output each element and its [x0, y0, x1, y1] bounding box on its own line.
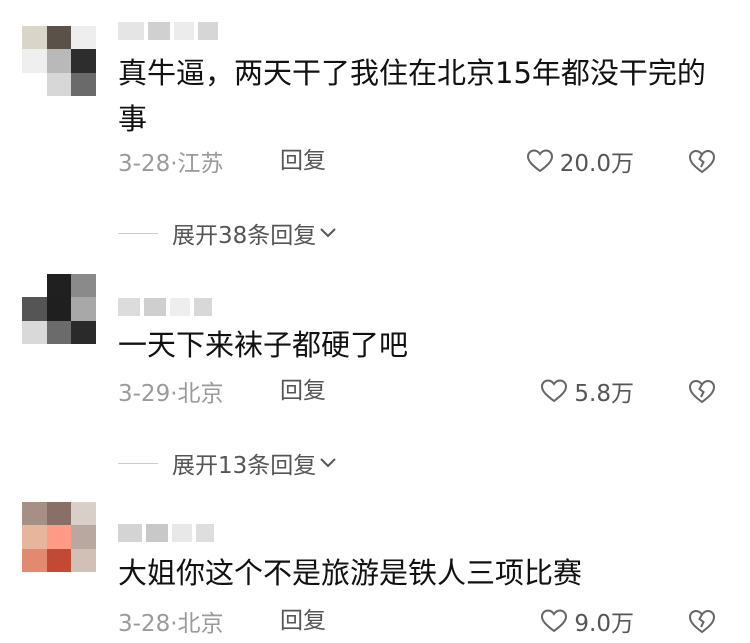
avatar-pixel	[71, 548, 96, 572]
comment-text: 一天下来袜子都硬了吧	[118, 328, 409, 362]
broken-heart-icon[interactable]	[688, 608, 716, 636]
avatar[interactable]	[22, 502, 96, 572]
date-location-text: 3-28·北京	[118, 611, 224, 637]
avatar-pixel	[71, 49, 96, 73]
avatar-pixel	[22, 49, 47, 73]
avatar-pixel	[71, 297, 96, 321]
like-button[interactable]: 20.0万	[526, 146, 634, 177]
avatar-pixel	[46, 525, 72, 549]
comment-text: 真牛逼，两天干了我住在北京15年都没干完的事	[118, 56, 706, 136]
reply-button[interactable]: 回复	[280, 606, 326, 636]
avatar-pixel	[22, 297, 47, 321]
avatar-pixel	[22, 548, 47, 572]
heart-outline-icon	[541, 379, 568, 403]
avatar-pixel	[71, 72, 96, 96]
avatar-pixel	[46, 72, 72, 96]
username-blurred[interactable]	[118, 298, 212, 316]
broken-heart-icon[interactable]	[688, 378, 716, 406]
avatar-pixel	[46, 274, 72, 298]
expand-replies-button[interactable]: 展开13条回复	[118, 448, 338, 479]
comment-date-location: 3-29·北京	[118, 376, 224, 407]
avatar[interactable]	[22, 274, 96, 344]
avatar-pixel	[22, 274, 47, 298]
avatar[interactable]	[22, 26, 96, 96]
date-location-text: 3-29·北京	[118, 381, 224, 407]
divider-line	[118, 462, 158, 464]
broken-heart-icon[interactable]	[688, 148, 716, 176]
comment-date-location: 3-28·北京	[118, 606, 224, 637]
like-count: 5.8万	[574, 381, 634, 407]
avatar-pixel	[22, 320, 47, 344]
avatar-pixel	[71, 320, 96, 344]
expand-replies-label: 展开38条回复	[172, 223, 317, 249]
avatar-pixel	[46, 548, 72, 572]
divider-line	[118, 232, 158, 234]
avatar-pixel	[46, 320, 72, 344]
avatar-pixel	[22, 26, 47, 50]
comment-text: 大姐你这个不是旅游是铁人三项比赛	[118, 556, 583, 590]
username-blurred[interactable]	[118, 524, 214, 542]
comment-date-location: 3-28·江苏	[118, 146, 224, 177]
avatar-pixel	[22, 525, 47, 549]
chevron-down-icon	[320, 228, 336, 238]
expand-replies-label: 展开13条回复	[172, 453, 317, 479]
heart-outline-icon	[526, 149, 553, 173]
reply-button[interactable]: 回复	[280, 376, 326, 406]
like-button[interactable]: 5.8万	[540, 376, 634, 407]
date-location-text: 3-28·江苏	[118, 151, 224, 177]
reply-button[interactable]: 回复	[280, 146, 326, 176]
avatar-pixel	[46, 502, 72, 526]
avatar-pixel	[71, 525, 96, 549]
like-count: 9.0万	[574, 611, 634, 637]
avatar-pixel	[22, 502, 47, 526]
avatar-pixel	[71, 26, 96, 50]
username-blurred[interactable]	[118, 22, 218, 40]
chevron-down-icon	[320, 458, 336, 468]
avatar-pixel	[71, 274, 96, 298]
like-button[interactable]: 9.0万	[540, 606, 634, 637]
avatar-pixel	[46, 297, 72, 321]
avatar-pixel	[22, 72, 47, 96]
expand-replies-button[interactable]: 展开38条回复	[118, 218, 338, 249]
like-count: 20.0万	[559, 151, 634, 177]
avatar-pixel	[46, 49, 72, 73]
avatar-pixel	[46, 26, 72, 50]
avatar-pixel	[71, 502, 96, 526]
heart-outline-icon	[541, 609, 568, 633]
